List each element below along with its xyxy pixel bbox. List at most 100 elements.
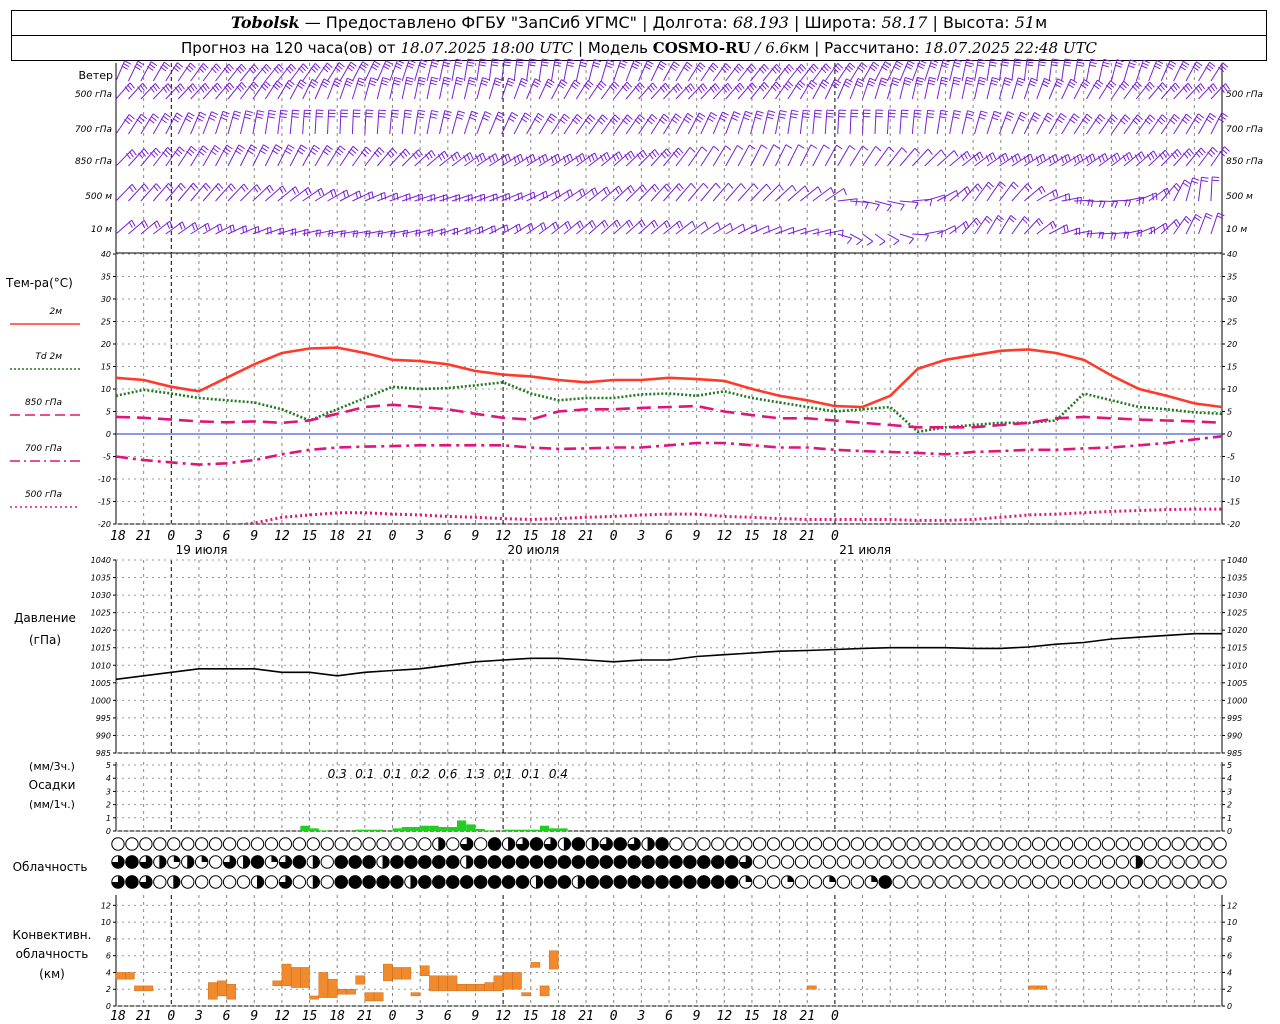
wind-barb-feather — [273, 147, 281, 152]
cloud-symbol — [181, 837, 195, 851]
wind-barb-feather — [1197, 113, 1205, 119]
prec-ylabel-left: 1 — [106, 814, 111, 823]
wind-barb-feather — [931, 59, 939, 64]
precip-bar — [364, 829, 375, 831]
wind-barb-feather — [798, 65, 804, 72]
temp-ylabel-left: 0 — [106, 430, 111, 439]
wind-barb-feather — [256, 113, 264, 116]
wind-barb-feather — [150, 61, 158, 67]
wind-barb-feather — [1205, 66, 1212, 72]
wind-barb-feather — [1144, 85, 1150, 92]
wind-barb-feather — [443, 61, 451, 65]
wind-barb-feather — [511, 111, 519, 117]
wind-barb-feather — [1207, 151, 1213, 158]
cloud-fill-full — [487, 855, 502, 869]
temp-legend-label: Td 2м — [35, 352, 62, 362]
wind-barb-feather — [1149, 81, 1155, 88]
wind-barb-feather — [1063, 64, 1071, 67]
wind-barb-feather — [1014, 58, 1022, 61]
conv-cloud-bar — [401, 967, 412, 980]
cloud-fill-full — [585, 875, 599, 889]
wind-barb-feather — [217, 183, 224, 190]
prec-ylabel-right: 3 — [1227, 787, 1232, 796]
wind-barb-shaft — [700, 182, 717, 202]
temp-xtick: 12 — [495, 529, 511, 544]
cloud-symbol — [990, 875, 1004, 889]
prec-ylabel-right: 5 — [1227, 761, 1232, 770]
wind-barb-feather — [1089, 154, 1093, 162]
prec-3h-amount: 0.1 — [355, 767, 374, 781]
cloud-symbol — [111, 837, 125, 851]
wind-barb-feather — [429, 116, 437, 119]
cloud-fill-part — [871, 875, 878, 882]
wind-barb-feather — [177, 184, 184, 191]
wind-barb-feather — [455, 79, 463, 83]
wind-barb-feather — [529, 58, 537, 61]
wind-barb-feather — [811, 79, 818, 85]
wind-barb-feather — [420, 59, 428, 63]
wind-level-right: 500 м — [1226, 192, 1253, 202]
wind-barb-shaft — [712, 182, 729, 202]
wind-barb-feather — [1084, 116, 1091, 122]
wind-barb-feather — [479, 154, 483, 162]
wind-barb-feather — [262, 83, 269, 89]
conv-cloud-bar — [318, 972, 329, 998]
wind-barb-feather — [417, 82, 425, 86]
wind-barb-feather — [1212, 146, 1218, 153]
conv-cloud-bar — [355, 975, 366, 985]
prec-ylabel-left: 0 — [106, 827, 111, 836]
wind-barb-feather — [832, 81, 840, 86]
wind-barb-feather — [185, 66, 192, 73]
wind-barb-feather — [770, 85, 777, 92]
wind-barb-feather — [1200, 147, 1206, 154]
wind-barb-feather — [160, 66, 167, 72]
wind-barb-feather — [675, 185, 681, 192]
wind-barb-feather — [540, 223, 544, 231]
wind-barb-feather — [141, 221, 146, 229]
wind-barb-feather — [590, 188, 595, 196]
wind-barb-feather — [164, 149, 171, 155]
conv-xtick: 0 — [831, 1009, 839, 1024]
wind-barb-feather — [847, 64, 854, 71]
wind-barb-feather — [503, 64, 511, 67]
wind-barb-feather — [753, 183, 759, 190]
cloud-symbol — [264, 837, 279, 851]
wind-barb-feather — [337, 147, 344, 154]
wind-barb-feather — [286, 82, 293, 88]
conv-cloud-bar — [807, 985, 817, 990]
wind-barb-feather — [1030, 117, 1038, 123]
wind-barb-feather — [199, 111, 207, 116]
prec-ylabel-left: 2 — [106, 801, 111, 810]
wind-barb-feather — [751, 63, 757, 70]
wind-barb-feather — [241, 63, 247, 70]
wind-barb-feather — [979, 113, 987, 117]
wind-barb-feather — [310, 81, 317, 86]
wind-barb-feather — [913, 116, 921, 118]
wind-barb-feather — [713, 145, 720, 152]
wind-barb-feather — [230, 183, 236, 190]
wind-barb-shaft — [675, 147, 691, 167]
temp-2m-line — [116, 346, 1222, 409]
cloud-fill-full — [599, 875, 613, 889]
conv-xtick: 18 — [329, 1009, 345, 1024]
wind-barb-feather — [580, 58, 588, 62]
wind-barb-feather — [1128, 200, 1132, 208]
wind-barb-feather — [1131, 85, 1138, 92]
cloud-symbol — [752, 837, 767, 851]
wind-barb-feather — [613, 81, 620, 87]
wind-barb-feather — [1095, 81, 1102, 88]
wind-barb-feather — [766, 183, 772, 191]
cloud-symbol — [669, 837, 683, 851]
wind-barb-shaft — [936, 190, 957, 202]
wind-barb-feather — [626, 114, 633, 120]
wind-barb-shaft — [837, 145, 850, 167]
cloud-fill-full — [460, 875, 474, 889]
wind-barb-feather — [1209, 149, 1216, 155]
wind-barb-feather — [505, 82, 513, 87]
wind-barb-feather — [1090, 58, 1098, 62]
wind-barb-feather — [408, 59, 416, 64]
wind-barb-feather — [404, 109, 412, 112]
wind-barb-feather — [1092, 153, 1096, 161]
wind-barb-feather — [598, 82, 605, 89]
wind-barb-shaft — [862, 233, 874, 242]
